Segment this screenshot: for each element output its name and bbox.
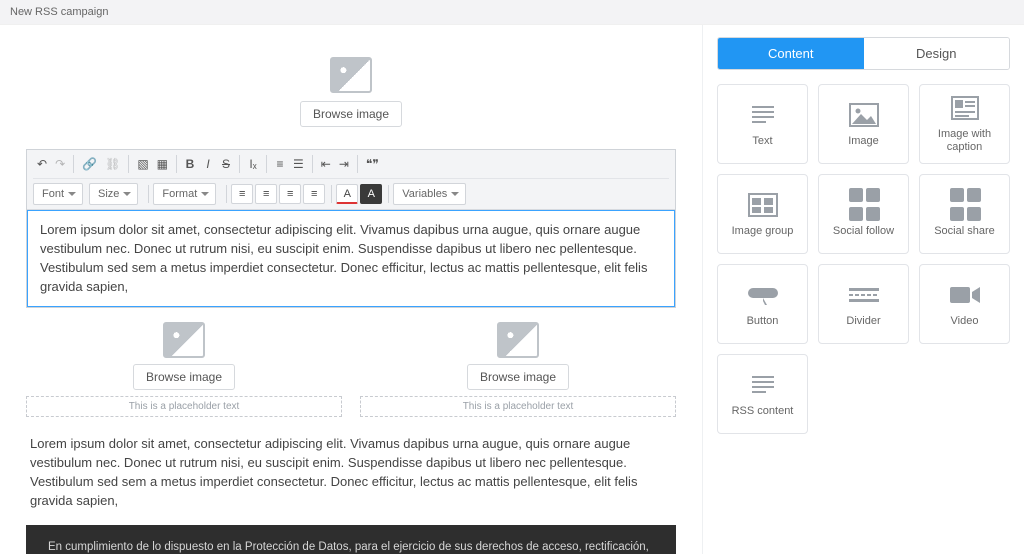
button-icon: [746, 281, 780, 309]
font-select[interactable]: Font: [33, 183, 83, 205]
bg-color-button[interactable]: A: [360, 184, 382, 204]
social-share-icon: [948, 191, 982, 219]
image-icon[interactable]: ▧: [133, 154, 152, 174]
bullet-list-icon[interactable]: ☰: [289, 154, 308, 174]
indent-icon[interactable]: ⇥: [335, 154, 353, 174]
block-image-caption[interactable]: Image with caption: [919, 84, 1010, 164]
unlink-icon[interactable]: ⛓: [101, 154, 124, 174]
table-icon[interactable]: ▦: [153, 154, 172, 174]
browse-image-button[interactable]: Browse image: [133, 364, 235, 390]
block-text[interactable]: Text: [717, 84, 808, 164]
align-right-icon[interactable]: ≡: [279, 184, 301, 204]
italic-button[interactable]: I: [199, 154, 217, 174]
tab-content[interactable]: Content: [718, 38, 864, 69]
clear-format-button[interactable]: Iₓ: [244, 154, 262, 174]
outdent-icon[interactable]: ⇤: [317, 154, 335, 174]
sidebar: Content Design Text Image Image with cap…: [702, 25, 1024, 554]
text-icon: [746, 101, 780, 129]
block-image-group[interactable]: Image group: [717, 174, 808, 254]
rich-text-editor[interactable]: ↶ ↷ 🔗 ⛓ ▧ ▦ B I S Iₓ: [26, 149, 676, 308]
numbered-list-icon[interactable]: ≡: [271, 154, 289, 174]
block-social-follow[interactable]: Social follow: [818, 174, 909, 254]
image-group-icon: [746, 191, 780, 219]
caption-placeholder[interactable]: This is a placeholder text: [360, 396, 676, 417]
block-image[interactable]: Image: [818, 84, 909, 164]
body-paragraph[interactable]: Lorem ipsum dolor sit amet, consectetur …: [26, 435, 676, 524]
format-select[interactable]: Format: [153, 183, 216, 205]
browse-image-button[interactable]: Browse image: [467, 364, 569, 390]
undo-icon[interactable]: ↶: [33, 154, 51, 174]
align-center-icon[interactable]: ≡: [255, 184, 277, 204]
text-color-button[interactable]: A: [336, 184, 358, 204]
link-icon[interactable]: 🔗: [78, 154, 101, 174]
blockquote-icon[interactable]: ❝❞: [362, 154, 383, 174]
image-icon: [847, 101, 881, 129]
size-select[interactable]: Size: [89, 183, 138, 205]
rss-icon: [746, 371, 780, 399]
image-placeholder-icon: [330, 57, 372, 93]
align-justify-icon[interactable]: ≡: [303, 184, 325, 204]
divider-icon: [847, 281, 881, 309]
align-left-icon[interactable]: ≡: [231, 184, 253, 204]
email-canvas[interactable]: Browse image ↶ ↷ 🔗 ⛓ ▧ ▦ B I: [0, 25, 702, 554]
browse-image-button[interactable]: Browse image: [300, 101, 402, 127]
block-social-share[interactable]: Social share: [919, 174, 1010, 254]
block-video[interactable]: Video: [919, 264, 1010, 344]
strike-button[interactable]: S: [217, 154, 235, 174]
email-footer[interactable]: En cumplimiento de lo dispuesto en la Pr…: [26, 525, 676, 554]
image-placeholder-icon: [163, 322, 205, 358]
block-rss[interactable]: RSS content: [717, 354, 808, 434]
editor-textarea[interactable]: Lorem ipsum dolor sit amet, consectetur …: [27, 210, 675, 307]
caption-placeholder[interactable]: This is a placeholder text: [26, 396, 342, 417]
block-button[interactable]: Button: [717, 264, 808, 344]
tab-design[interactable]: Design: [864, 38, 1010, 69]
page-title: New RSS campaign: [0, 0, 1024, 25]
footer-text: En cumplimiento de lo dispuesto en la Pr…: [48, 541, 649, 554]
bold-button[interactable]: B: [181, 154, 199, 174]
block-divider[interactable]: Divider: [818, 264, 909, 344]
image-caption-icon: [948, 94, 982, 122]
variables-select[interactable]: Variables: [393, 183, 466, 205]
redo-icon[interactable]: ↷: [51, 154, 69, 174]
image-placeholder-icon: [497, 322, 539, 358]
editor-toolbar: ↶ ↷ 🔗 ⛓ ▧ ▦ B I S Iₓ: [27, 150, 675, 210]
social-follow-icon: [847, 191, 881, 219]
video-icon: [948, 281, 982, 309]
